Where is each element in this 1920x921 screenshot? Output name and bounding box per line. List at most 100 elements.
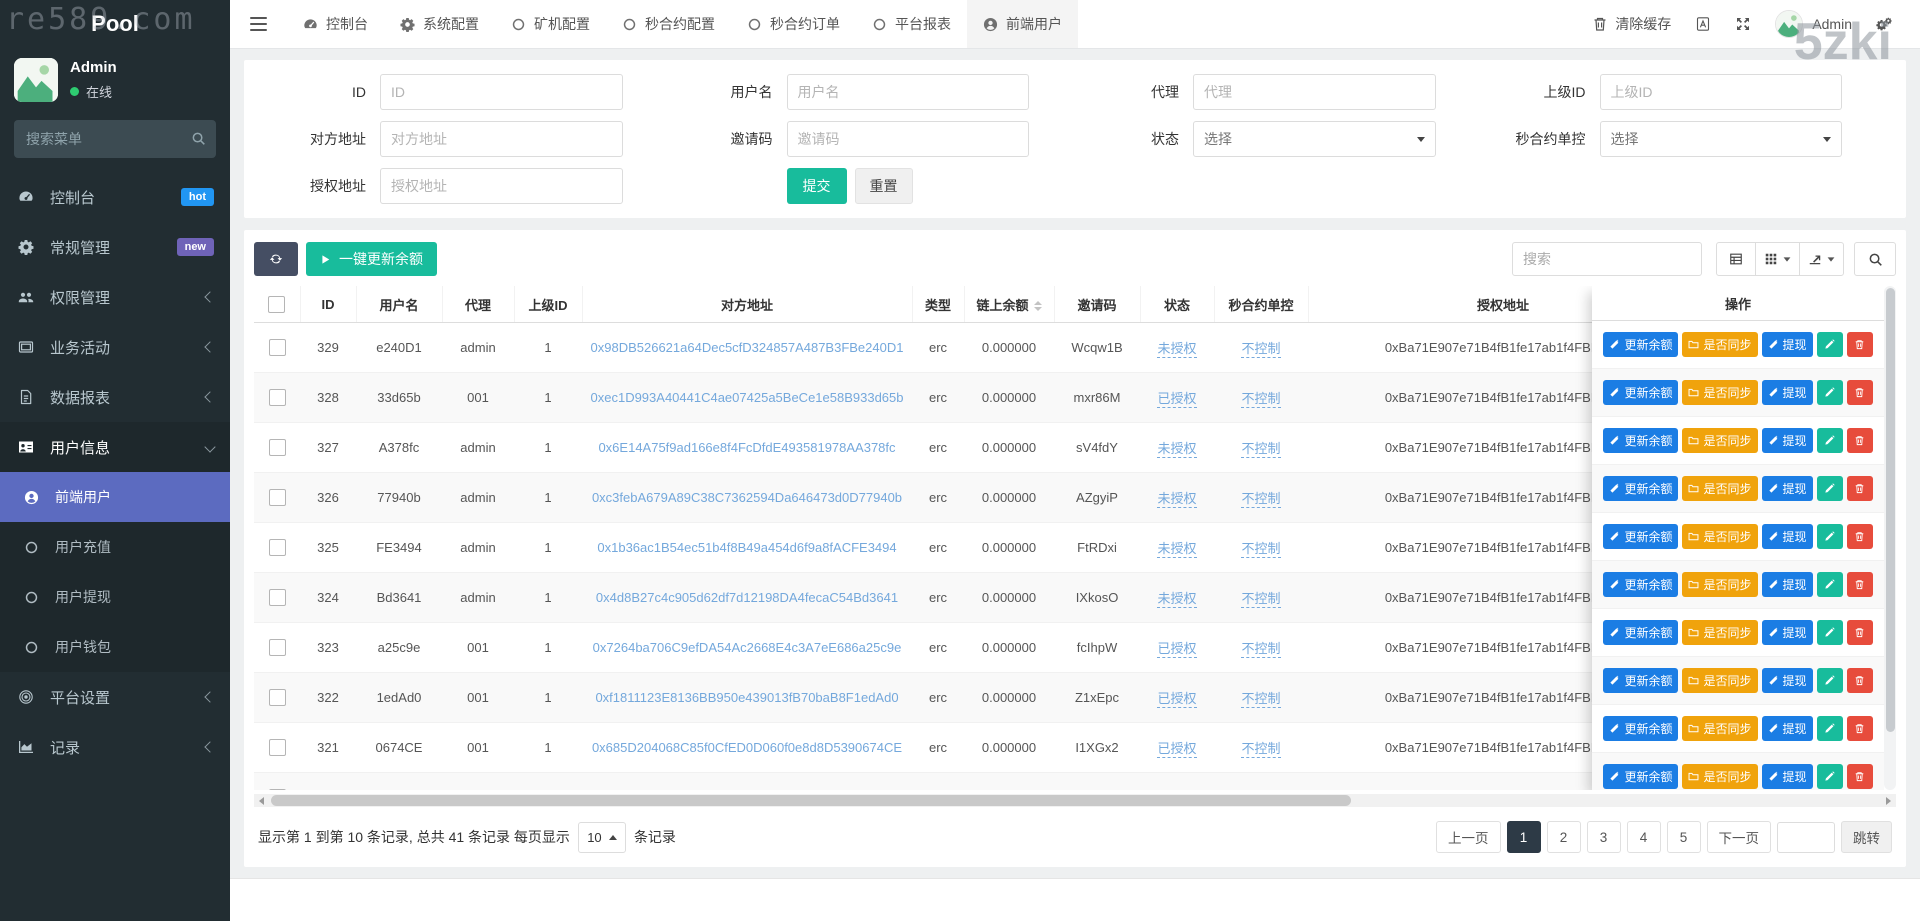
sidebar-item-front-users[interactable]: 前端用户 <box>0 472 230 522</box>
status-link[interactable]: 未授权 <box>1157 591 1196 608</box>
status-link[interactable]: 已授权 <box>1157 741 1196 758</box>
edit-button[interactable] <box>1817 620 1843 645</box>
filter-input-5[interactable] <box>787 121 1030 157</box>
sync-toggle-button[interactable]: 是否同步 <box>1682 764 1757 789</box>
update-balance-button[interactable]: 更新余额 <box>1603 476 1678 501</box>
vertical-scrollbar[interactable] <box>1884 286 1896 790</box>
delete-button[interactable] <box>1847 428 1873 453</box>
row-checkbox[interactable] <box>269 539 286 556</box>
row-checkbox[interactable] <box>269 689 286 706</box>
toggle-view-button[interactable] <box>1716 242 1756 276</box>
update-balance-button[interactable]: 更新余额 <box>1603 380 1678 405</box>
filter-select-7[interactable]: 选择 <box>1600 121 1843 157</box>
settings-cogs-icon[interactable] <box>1876 16 1892 32</box>
page-button-2[interactable]: 2 <box>1547 821 1581 853</box>
page-button-5[interactable]: 5 <box>1667 821 1701 853</box>
filter-input-2[interactable] <box>1193 74 1436 110</box>
row-checkbox[interactable] <box>269 439 286 456</box>
status-link[interactable]: 已授权 <box>1157 391 1196 408</box>
control-link[interactable]: 不控制 <box>1241 491 1280 508</box>
tab-秒合约配置[interactable]: 秒合约配置 <box>606 0 731 48</box>
edit-button[interactable] <box>1817 764 1843 789</box>
filter-input-1[interactable] <box>787 74 1030 110</box>
row-checkbox[interactable] <box>269 739 286 756</box>
delete-button[interactable] <box>1847 332 1873 357</box>
sidebar-item-records[interactable]: 记录 <box>0 722 230 772</box>
sort-icon[interactable] <box>1034 301 1042 311</box>
scrollbar-thumb[interactable] <box>271 795 1351 806</box>
edit-button[interactable] <box>1817 572 1843 597</box>
withdraw-button[interactable]: 提现 <box>1762 476 1813 501</box>
status-link[interactable]: 未授权 <box>1157 341 1196 358</box>
delete-button[interactable] <box>1847 620 1873 645</box>
sidebar-item-dashboard[interactable]: 控制台hot <box>0 172 230 222</box>
filter-input-8[interactable] <box>380 168 623 204</box>
fullscreen-icon[interactable] <box>1735 16 1751 32</box>
status-link[interactable]: 未授权 <box>1157 441 1196 458</box>
filter-input-3[interactable] <box>1600 74 1843 110</box>
submit-button[interactable]: 提交 <box>787 168 847 204</box>
sync-toggle-button[interactable]: 是否同步 <box>1682 620 1757 645</box>
withdraw-button[interactable]: 提现 <box>1762 332 1813 357</box>
sync-toggle-button[interactable]: 是否同步 <box>1682 332 1757 357</box>
delete-button[interactable] <box>1847 764 1873 789</box>
delete-button[interactable] <box>1847 572 1873 597</box>
jump-page-input[interactable] <box>1777 822 1835 853</box>
control-link[interactable]: 不控制 <box>1241 541 1280 558</box>
address-link[interactable]: 0x7264ba706C9efDA54Ac2668E4c3A7eE686a25c… <box>593 640 902 655</box>
delete-button[interactable] <box>1847 476 1873 501</box>
sync-toggle-button[interactable]: 是否同步 <box>1682 380 1757 405</box>
sync-toggle-button[interactable]: 是否同步 <box>1682 428 1757 453</box>
refresh-button[interactable] <box>254 242 298 276</box>
page-button-1[interactable]: 1 <box>1507 821 1541 853</box>
update-balance-button[interactable]: 更新余额 <box>1603 620 1678 645</box>
withdraw-button[interactable]: 提现 <box>1762 764 1813 789</box>
control-link[interactable]: 不控制 <box>1241 341 1280 358</box>
filter-select-6[interactable]: 选择 <box>1193 121 1436 157</box>
update-balance-button[interactable]: 更新余额 <box>1603 572 1678 597</box>
update-balance-button[interactable]: 更新余额 <box>1603 332 1678 357</box>
status-link[interactable]: 已授权 <box>1157 641 1196 658</box>
delete-button[interactable] <box>1847 716 1873 741</box>
tab-矿机配置[interactable]: 矿机配置 <box>495 0 606 48</box>
language-icon[interactable] <box>1695 16 1711 32</box>
withdraw-button[interactable]: 提现 <box>1762 620 1813 645</box>
search-button[interactable] <box>1854 242 1896 276</box>
select-all-checkbox[interactable] <box>268 296 285 313</box>
update-balance-button[interactable]: 更新余额 <box>1603 668 1678 693</box>
filter-input-4[interactable] <box>380 121 623 157</box>
tab-平台报表[interactable]: 平台报表 <box>856 0 967 48</box>
withdraw-button[interactable]: 提现 <box>1762 428 1813 453</box>
row-checkbox[interactable] <box>269 389 286 406</box>
column-header-balance[interactable]: 链上余额 <box>964 286 1054 323</box>
scrollbar-thumb[interactable] <box>1886 288 1895 732</box>
scroll-right-arrow[interactable] <box>1881 794 1896 807</box>
control-link[interactable]: 不控制 <box>1241 591 1280 608</box>
sync-toggle-button[interactable]: 是否同步 <box>1682 716 1757 741</box>
filter-input-0[interactable] <box>380 74 623 110</box>
delete-button[interactable] <box>1847 668 1873 693</box>
sync-toggle-button[interactable]: 是否同步 <box>1682 524 1757 549</box>
update-balance-button[interactable]: 更新余额 <box>1603 716 1678 741</box>
jump-button[interactable]: 跳转 <box>1841 821 1892 853</box>
sync-toggle-button[interactable]: 是否同步 <box>1682 476 1757 501</box>
clear-cache-button[interactable]: 清除缓存 <box>1592 14 1671 34</box>
sidebar-item-user-withdraw[interactable]: 用户提现 <box>0 572 230 622</box>
tab-秒合约订单[interactable]: 秒合约订单 <box>731 0 856 48</box>
sidebar-item-general[interactable]: 常规管理new <box>0 222 230 272</box>
edit-button[interactable] <box>1817 524 1843 549</box>
address-link[interactable]: 0x4d8B27c4c905d62df7d12198DA4fecaC54Bd36… <box>596 590 898 605</box>
withdraw-button[interactable]: 提现 <box>1762 524 1813 549</box>
sidebar-search-input[interactable] <box>14 120 216 158</box>
address-link[interactable]: 0xc3febA679A89C38C7362594Da646473d0D7794… <box>592 490 902 505</box>
sidebar-item-user-wallet[interactable]: 用户钱包 <box>0 622 230 672</box>
horizontal-scrollbar[interactable] <box>254 794 1896 807</box>
edit-button[interactable] <box>1817 476 1843 501</box>
edit-button[interactable] <box>1817 668 1843 693</box>
control-link[interactable]: 不控制 <box>1241 441 1280 458</box>
control-link[interactable]: 不控制 <box>1241 741 1280 758</box>
tab-前端用户[interactable]: 前端用户 <box>967 0 1078 48</box>
sidebar-item-business[interactable]: 业务活动 <box>0 322 230 372</box>
delete-button[interactable] <box>1847 380 1873 405</box>
export-button[interactable] <box>1799 242 1844 276</box>
